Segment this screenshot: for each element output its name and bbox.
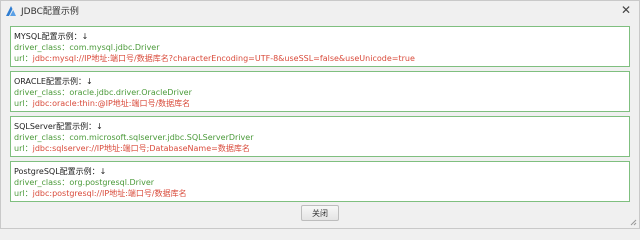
dialog-footer: 关闭 [1,205,639,223]
url-value: jdbc:mysql://IP地址:端口号/数据库名?characterEnco… [32,54,415,63]
sqlserver-example-group: SQLServer配置示例：↓ driver_class：com.microso… [10,116,630,157]
close-icon[interactable]: ✕ [621,3,631,17]
url-value: jdbc:oracle:thin:@IP地址:端口号/数据库名 [32,99,191,108]
postgresql-example-group: PostgreSQL配置示例：↓ driver_class：org.postgr… [10,161,630,202]
driver-class-line: driver_class：com.mysql.jdbc.Driver [14,42,626,53]
url-line: url：jdbc:sqlserver://IP地址:端口号;DatabaseNa… [14,143,626,154]
url-line: url：jdbc:oracle:thin:@IP地址:端口号/数据库名 [14,98,626,109]
driver-class-value: com.mysql.jdbc.Driver [69,43,160,52]
app-logo-icon [5,5,17,17]
window-title: JDBC配置示例 [21,7,79,17]
driver-class-line: driver_class：com.microsoft.sqlserver.jdb… [14,132,626,143]
url-value: jdbc:postgresql://IP地址:端口号/数据库名 [32,189,187,198]
url-value: jdbc:sqlserver://IP地址:端口号;DatabaseName=数… [32,144,250,153]
driver-class-label: driver_class： [14,178,70,187]
dialog-window: JDBC配置示例 ✕ MYSQL配置示例：↓ driver_class：com.… [0,0,640,229]
title-bar[interactable]: JDBC配置示例 ✕ [1,1,639,20]
driver-class-value: oracle.jdbc.driver.OracleDriver [69,88,192,97]
driver-class-value: org.postgresql.Driver [69,178,155,187]
driver-class-label: driver_class： [14,133,70,142]
group-heading: SQLServer配置示例：↓ [14,122,103,131]
group-heading: ORACLE配置示例：↓ [14,77,93,86]
group-heading: PostgreSQL配置示例：↓ [14,167,107,176]
mysql-example-group: MYSQL配置示例：↓ driver_class：com.mysql.jdbc.… [10,26,630,67]
driver-class-label: driver_class： [14,43,70,52]
url-line: url：jdbc:postgresql://IP地址:端口号/数据库名 [14,188,626,199]
url-label: url： [14,189,33,198]
driver-class-line: driver_class：org.postgresql.Driver [14,177,626,188]
content-area: MYSQL配置示例：↓ driver_class：com.mysql.jdbc.… [10,26,630,206]
url-line: url：jdbc:mysql://IP地址:端口号/数据库名?character… [14,53,626,64]
driver-class-line: driver_class：oracle.jdbc.driver.OracleDr… [14,87,626,98]
resize-grip-icon[interactable] [629,218,637,226]
group-heading: MYSQL配置示例：↓ [14,32,89,41]
oracle-example-group: ORACLE配置示例：↓ driver_class：oracle.jdbc.dr… [10,71,630,112]
driver-class-label: driver_class： [14,88,70,97]
url-label: url： [14,144,33,153]
close-button[interactable]: 关闭 [301,205,339,221]
driver-class-value: com.microsoft.sqlserver.jdbc.SQLServerDr… [69,133,254,142]
url-label: url： [14,54,33,63]
url-label: url： [14,99,33,108]
